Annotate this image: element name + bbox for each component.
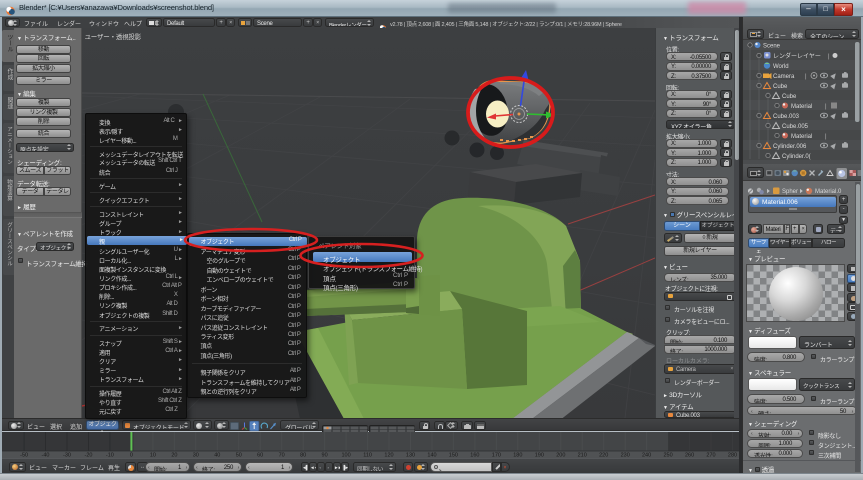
svg-text:Cube: Cube xyxy=(773,84,788,90)
svg-text:Scene: Scene xyxy=(763,44,781,50)
svg-text:ユーザー・透視投影: ユーザー・透視投影 xyxy=(85,32,142,41)
svg-text:|: | xyxy=(825,104,827,110)
svg-text:|: | xyxy=(825,134,827,140)
svg-text:Camera: Camera xyxy=(773,74,795,80)
svg-text:Material: Material xyxy=(791,104,812,110)
svg-text:Material: Material xyxy=(791,134,812,140)
svg-text:|: | xyxy=(805,74,807,80)
svg-text:Cylinder.0(: Cylinder.0( xyxy=(782,154,811,160)
svg-text:World: World xyxy=(773,64,789,70)
svg-text:|: | xyxy=(828,54,830,60)
svg-text:レンダーレイヤー: レンダーレイヤー xyxy=(773,52,821,60)
svg-text:Cylinder.006: Cylinder.006 xyxy=(773,144,807,150)
svg-text:Cube.005: Cube.005 xyxy=(782,124,809,130)
svg-text:Cube: Cube xyxy=(782,94,797,100)
svg-text:Cube.003: Cube.003 xyxy=(773,114,800,120)
